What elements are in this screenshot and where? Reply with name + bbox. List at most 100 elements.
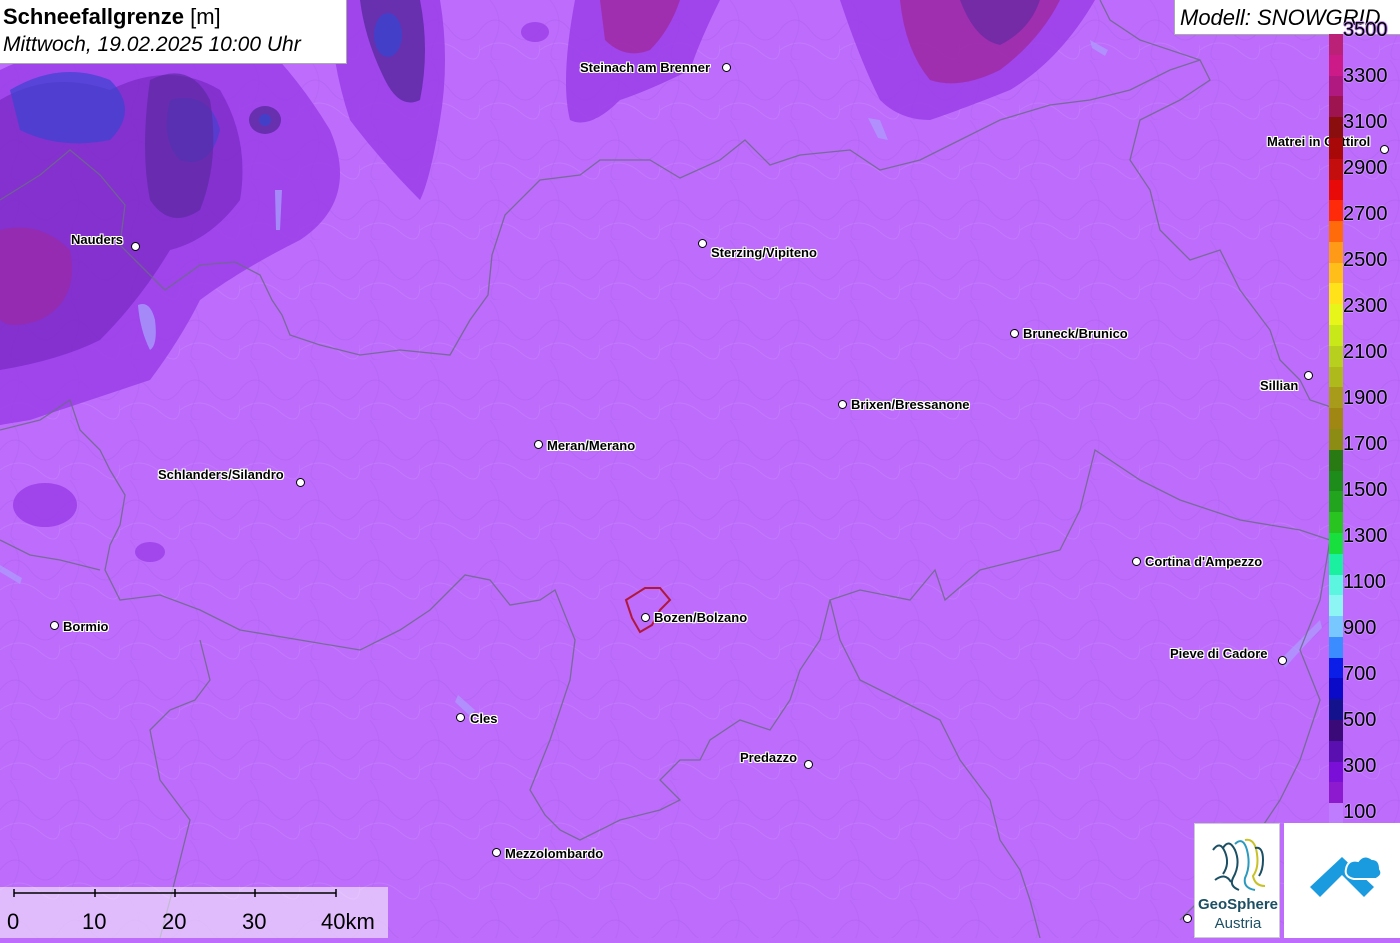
- city-label-mezzolombardo[interactable]: Mezzolombardo: [505, 846, 603, 861]
- legend-color-step: [1329, 595, 1343, 617]
- scale-label: 0: [7, 909, 20, 934]
- city-label-sillian[interactable]: Sillian: [1260, 378, 1298, 393]
- city-label-meran[interactable]: Meran/Merano: [547, 438, 635, 453]
- legend-color-step: [1329, 803, 1343, 825]
- city-marker[interactable]: [50, 621, 59, 630]
- legend-tick-label: 1300: [1343, 525, 1388, 547]
- city-label-cles[interactable]: Cles: [470, 711, 497, 726]
- legend-color-step: [1329, 740, 1343, 763]
- legend-color-step: [1329, 345, 1343, 368]
- legend-color-step: [1329, 616, 1343, 638]
- city-label-brixen[interactable]: Brixen/Bressanone: [851, 397, 970, 412]
- app-logo[interactable]: [1284, 823, 1400, 938]
- map-title: Schneefallgrenze [m]: [3, 4, 221, 29]
- city-label-bruneck[interactable]: Bruneck/Brunico: [1023, 326, 1128, 341]
- legend-color-step: [1329, 657, 1343, 679]
- legend-tick-label: 500: [1343, 709, 1377, 731]
- legend-color-step: [1329, 532, 1343, 555]
- legend-tick-label: 1100: [1343, 571, 1387, 593]
- legend-color-step: [1329, 761, 1343, 783]
- app-logo-icon: [1310, 855, 1383, 897]
- legend-tick-label: 700: [1343, 663, 1377, 685]
- city-marker[interactable]: [131, 242, 140, 251]
- scale-label: 10: [82, 909, 107, 934]
- scale-label: 30: [242, 909, 267, 934]
- city-marker[interactable]: [804, 760, 813, 769]
- city-marker[interactable]: [492, 848, 501, 857]
- geosphere-country: Austria: [1214, 915, 1262, 932]
- legend-tick-label: 100: [1343, 801, 1377, 823]
- city-marker[interactable]: [296, 478, 305, 487]
- legend-tick-label: 3500: [1343, 19, 1388, 41]
- geosphere-logo[interactable]: GeoSphere Austria: [1194, 823, 1280, 938]
- legend-color-step: [1329, 54, 1343, 77]
- scale-label: 20: [162, 909, 187, 934]
- city-label-bozen[interactable]: Bozen/Bolzano: [654, 610, 747, 625]
- legend-tick-label: 1900: [1343, 387, 1388, 409]
- city-marker[interactable]: [1278, 656, 1287, 665]
- legend-color-step: [1329, 158, 1343, 181]
- legend-color-step: [1329, 699, 1343, 721]
- legend-color-step: [1329, 574, 1343, 596]
- city-label-schlanders[interactable]: Schlanders/Silandro: [158, 467, 284, 482]
- city-marker[interactable]: [1304, 371, 1313, 380]
- legend-color-step: [1329, 429, 1343, 451]
- city-label-steinach[interactable]: Steinach am Brenner: [580, 60, 710, 75]
- city-marker[interactable]: [838, 400, 847, 409]
- geosphere-icon: [1212, 838, 1266, 891]
- city-marker[interactable]: [534, 440, 543, 449]
- legend-color-step: [1329, 304, 1343, 326]
- legend-tick-label: 1500: [1343, 479, 1388, 501]
- city-marker[interactable]: [641, 613, 650, 622]
- city-label-sterzing[interactable]: Sterzing/Vipiteno: [711, 245, 817, 260]
- legend-color-step: [1329, 200, 1343, 222]
- city-label-cortina[interactable]: Cortina d'Ampezzo: [1145, 554, 1262, 569]
- city-marker[interactable]: [1010, 329, 1019, 338]
- legend-color-step: [1329, 137, 1343, 160]
- scale-bar: 0 10 20 30 40km: [0, 887, 388, 938]
- legend-color-step: [1329, 720, 1343, 742]
- legend-tick-label: 2100: [1343, 341, 1388, 363]
- legend-color-step: [1329, 262, 1343, 284]
- legend-color-step: [1329, 366, 1343, 388]
- legend-tick-label: 3300: [1343, 65, 1388, 87]
- legend-color-step: [1329, 408, 1343, 430]
- legend-color-step: [1329, 117, 1343, 139]
- legend-tick-label: 900: [1343, 617, 1377, 639]
- legend-color-step: [1329, 325, 1343, 347]
- city-label-pieve[interactable]: Pieve di Cadore: [1170, 646, 1268, 661]
- legend-tick-label: 2900: [1343, 157, 1388, 179]
- city-marker[interactable]: [456, 713, 465, 722]
- title-panel: Schneefallgrenze [m] Mittwoch, 19.02.202…: [0, 0, 347, 64]
- legend-color-step: [1329, 678, 1343, 700]
- city-marker[interactable]: [698, 239, 707, 248]
- city-label-matrei[interactable]: Matrei in Osttirol: [1267, 134, 1370, 149]
- scale-label: 40km: [321, 909, 375, 934]
- legend-color-step: [1329, 283, 1343, 305]
- legend-color-step: [1329, 75, 1343, 97]
- city-marker[interactable]: [722, 63, 731, 72]
- map-datetime: Mittwoch, 19.02.2025 10:00 Uhr: [3, 33, 301, 56]
- city-label-nauders[interactable]: Nauders: [71, 232, 123, 247]
- legend-tick-label: 3100: [1343, 111, 1388, 133]
- legend-tick-label: 2700: [1343, 203, 1388, 225]
- legend-color-step: [1329, 470, 1343, 492]
- city-marker[interactable]: [1183, 914, 1192, 923]
- legend-color-step: [1329, 221, 1343, 243]
- legend-color-step: [1329, 512, 1343, 534]
- legend-color-step: [1329, 782, 1343, 804]
- city-label-bormio[interactable]: Bormio: [63, 619, 109, 634]
- legend-color-step: [1329, 179, 1343, 201]
- city-marker[interactable]: [1380, 145, 1389, 154]
- legend-color-step: [1329, 387, 1343, 409]
- legend-color-step: [1329, 96, 1343, 118]
- legend-tick-label: 2300: [1343, 295, 1388, 317]
- city-label-predazzo[interactable]: Predazzo: [740, 750, 797, 765]
- legend-color-step: [1329, 491, 1343, 513]
- legend-color-step: [1329, 241, 1343, 264]
- legend-color-step: [1329, 34, 1343, 56]
- legend-color-step: [1329, 449, 1343, 472]
- legend-colorbar: [1329, 34, 1343, 825]
- legend-color-step: [1329, 553, 1343, 576]
- city-marker[interactable]: [1132, 557, 1141, 566]
